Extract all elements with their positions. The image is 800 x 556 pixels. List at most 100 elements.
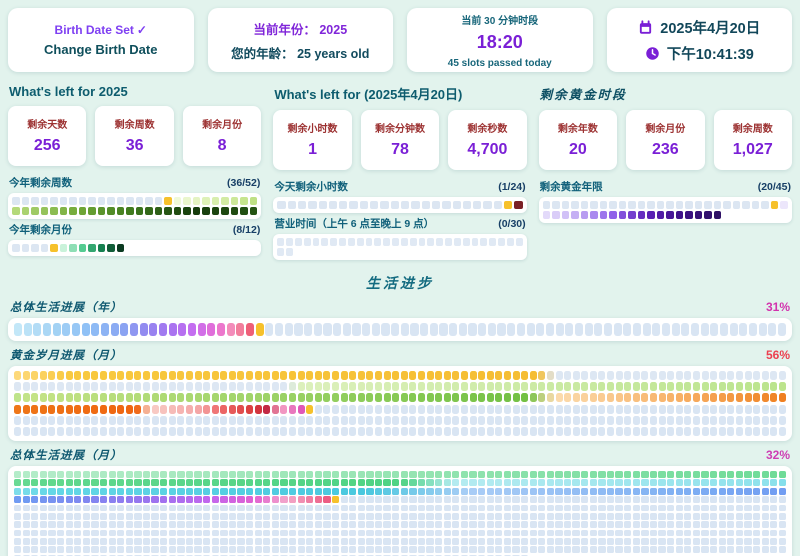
progress-cell	[41, 244, 49, 252]
progress-cell	[255, 427, 262, 436]
progress-cell	[641, 505, 648, 512]
progress-cell	[444, 416, 451, 425]
progress-cell	[418, 488, 425, 495]
golden-years-grid-header: 剩余黄金年限 (20/45)	[540, 179, 791, 194]
progress-cell	[409, 427, 416, 436]
progress-cell	[349, 371, 356, 380]
progress-cell	[590, 382, 597, 391]
progress-cell	[374, 238, 381, 246]
progress-cell	[504, 405, 511, 414]
progress-cell	[598, 416, 605, 425]
progress-cell	[100, 382, 107, 391]
progress-cell	[527, 323, 535, 336]
progress-cell	[530, 427, 537, 436]
progress-cell	[530, 546, 537, 553]
progress-cell	[753, 393, 760, 402]
progress-cell	[298, 479, 305, 486]
progress-cell	[633, 371, 640, 380]
progress-cell	[117, 382, 124, 391]
progress-cell	[88, 244, 96, 252]
progress-cell	[195, 405, 202, 414]
progress-cell	[736, 505, 743, 512]
progress-cell	[590, 521, 597, 528]
progress-cell	[581, 488, 588, 495]
progress-cell	[590, 546, 597, 553]
progress-cell	[392, 393, 399, 402]
progress-cell	[83, 371, 90, 380]
progress-cell	[23, 382, 30, 391]
change-birth-date-button[interactable]: Change Birth Date	[44, 42, 157, 57]
progress-cell	[117, 546, 124, 553]
progress-cell	[169, 471, 176, 478]
progress-cell	[684, 371, 691, 380]
progress-cell	[358, 513, 365, 520]
stat-card-hours-left: 剩余小时数 1	[273, 110, 351, 170]
progress-cell	[418, 513, 425, 520]
progress-cell	[375, 405, 382, 414]
progress-cell	[615, 488, 622, 495]
progress-cell	[504, 546, 511, 553]
progress-cell	[212, 479, 219, 486]
progress-cell	[512, 505, 519, 512]
progress-cell	[263, 427, 270, 436]
progress-cell	[684, 479, 691, 486]
progress-cell	[349, 546, 356, 553]
progress-cell	[607, 405, 614, 414]
progress-cell	[641, 546, 648, 553]
progress-cell	[598, 521, 605, 528]
progress-cell	[117, 530, 124, 537]
progress-cell	[667, 427, 674, 436]
progress-cell	[650, 416, 657, 425]
golden-years-grid-label: 剩余黄金年限	[540, 179, 603, 194]
progress-cell	[40, 393, 47, 402]
progress-cell	[212, 405, 219, 414]
progress-cell	[513, 427, 520, 436]
life-years-percent: 31%	[766, 300, 790, 314]
progress-cell	[616, 405, 623, 414]
progress-cell	[435, 546, 442, 553]
progress-cell	[701, 513, 708, 520]
progress-cell	[401, 479, 408, 486]
progress-cell	[298, 546, 305, 553]
progress-cell	[581, 201, 589, 209]
progress-cell	[91, 538, 98, 545]
progress-cell	[650, 546, 657, 553]
progress-cell	[736, 427, 743, 436]
progress-cell	[240, 207, 248, 215]
golden-months-box	[8, 366, 792, 441]
life-years-section: 总体生活进展（年） 31%	[8, 299, 792, 341]
progress-cell	[375, 538, 382, 545]
progress-cell	[667, 521, 674, 528]
progress-cell	[762, 471, 769, 478]
progress-cell	[23, 405, 30, 414]
progress-cell	[478, 323, 486, 336]
progress-cell	[298, 405, 305, 414]
progress-cell	[160, 405, 167, 414]
progress-cell	[352, 323, 360, 336]
progress-cell	[616, 371, 623, 380]
business-grid-box	[273, 234, 526, 260]
progress-cell	[693, 371, 700, 380]
progress-cell	[306, 427, 313, 436]
progress-cell	[203, 538, 210, 545]
progress-cell	[289, 538, 296, 545]
progress-cell	[289, 505, 296, 512]
progress-cell	[237, 488, 244, 495]
progress-cell	[753, 530, 760, 537]
progress-cell	[624, 405, 631, 414]
progress-cell	[762, 496, 769, 503]
progress-cell	[745, 416, 752, 425]
progress-cell	[564, 513, 571, 520]
progress-cell	[177, 393, 184, 402]
progress-cell	[246, 371, 253, 380]
progress-cell	[547, 546, 554, 553]
progress-cell	[333, 323, 341, 336]
progress-cell	[513, 382, 520, 391]
progress-cell	[710, 538, 717, 545]
progress-cell	[495, 496, 502, 503]
progress-cell	[401, 323, 409, 336]
progress-cell	[633, 496, 640, 503]
progress-cell	[349, 488, 356, 495]
progress-cell	[575, 323, 583, 336]
progress-cell	[263, 405, 270, 414]
